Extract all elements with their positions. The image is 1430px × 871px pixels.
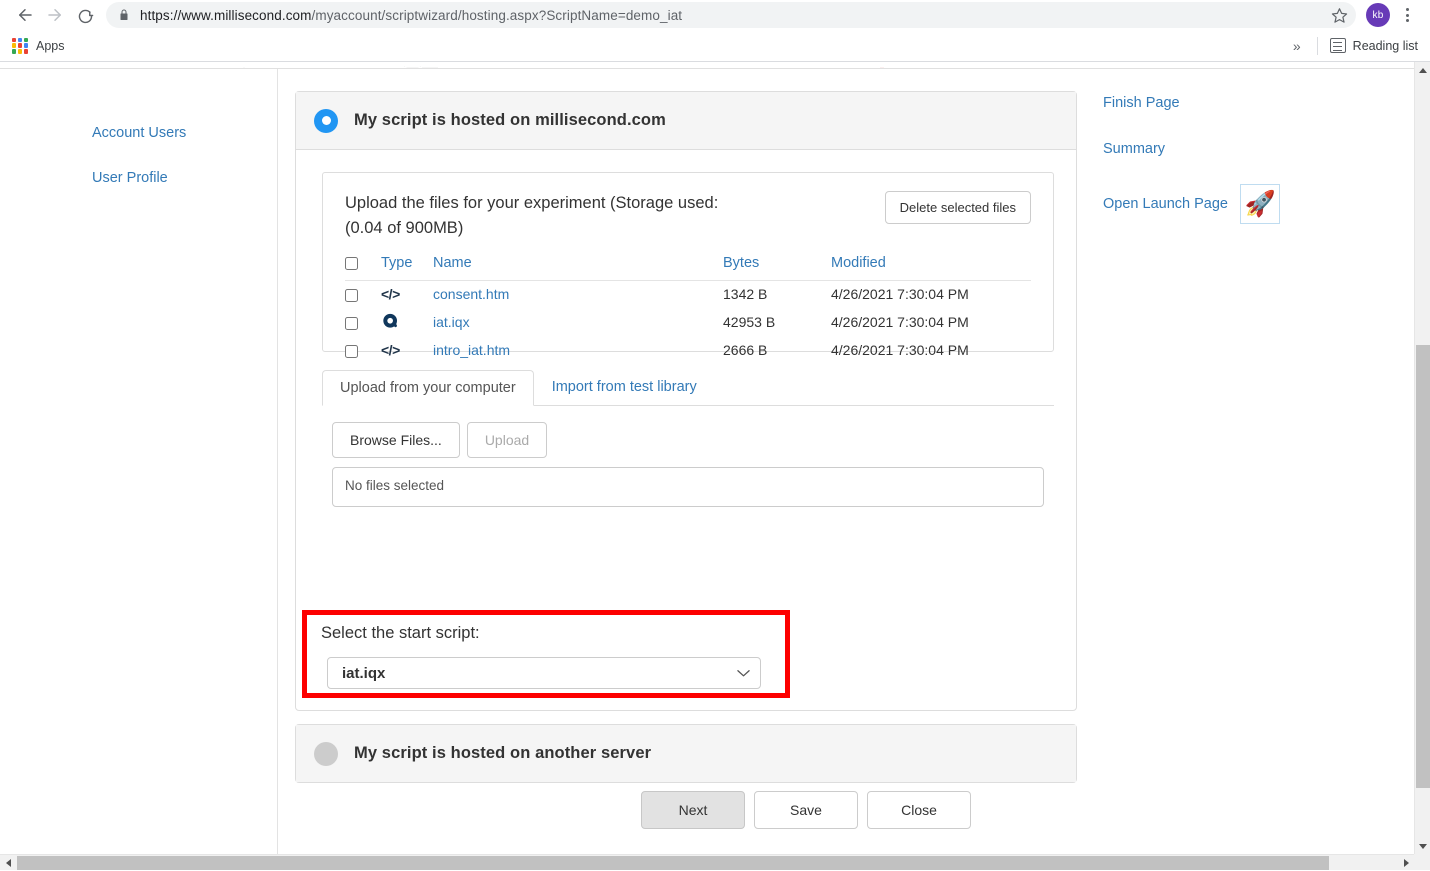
file-bytes: 1342 B <box>723 281 831 308</box>
scrollbar-corner <box>1414 854 1430 870</box>
upload-source-tabs: Upload from your computer Import from te… <box>322 370 1054 406</box>
browse-files-button[interactable]: Browse Files... <box>332 422 460 458</box>
right-link-row-open-launch-page: Open Launch Page 🚀 <box>1070 184 1410 224</box>
star-icon[interactable] <box>1328 4 1350 26</box>
link-open-launch-page[interactable]: Open Launch Page <box>1103 196 1228 212</box>
file-link[interactable]: consent.htm <box>433 286 509 302</box>
left-sidebar: Account Users User Profile <box>0 69 278 854</box>
scroll-left-button[interactable] <box>0 855 16 871</box>
reading-list-icon <box>1330 38 1346 53</box>
horizontal-scrollbar[interactable] <box>0 854 1430 870</box>
right-link-row-summary: Summary <box>1070 140 1410 158</box>
row-checkbox[interactable] <box>345 345 358 358</box>
sidebar-item-user-profile[interactable]: User Profile <box>0 170 277 186</box>
chevron-down-icon <box>737 665 750 682</box>
upload-actions: Browse Files... Upload <box>332 422 547 458</box>
save-button[interactable]: Save <box>754 791 858 829</box>
delete-selected-files-button[interactable]: Delete selected files <box>885 191 1031 224</box>
code-file-icon: </> <box>381 286 400 302</box>
start-script-highlight: Select the start script: iat.iqx <box>302 610 790 698</box>
file-modified: 4/26/2021 7:30:04 PM <box>831 307 1031 337</box>
file-bytes: 2666 B <box>723 337 831 363</box>
sidebar-item-account-users[interactable]: Account Users <box>0 125 277 141</box>
right-sidebar: Finish Page Summary Open Launch Page 🚀 <box>1070 69 1410 224</box>
column-header-name[interactable]: Name <box>433 255 723 281</box>
right-link-row-finish-page: Finish Page <box>1070 94 1410 112</box>
table-header-row: Type Name Bytes Modified <box>345 255 1031 281</box>
column-header-modified[interactable]: Modified <box>831 255 1031 281</box>
code-file-icon: </> <box>381 342 400 358</box>
bookmark-apps[interactable]: Apps <box>36 39 65 53</box>
address-bar[interactable]: https://www.millisecond.com/myaccount/sc… <box>106 2 1356 28</box>
column-header-type[interactable]: Type <box>381 255 433 281</box>
table-row: iat.iqx 42953 B 4/26/2021 7:30:04 PM <box>345 307 1031 337</box>
scroll-right-button[interactable] <box>1398 855 1414 871</box>
file-table: Type Name Bytes Modified </> consent.htm… <box>345 255 1031 363</box>
link-finish-page[interactable]: Finish Page <box>1103 95 1180 111</box>
start-script-label: Select the start script: <box>321 624 480 643</box>
table-row: </> intro_iat.htm 2666 B 4/26/2021 7:30:… <box>345 337 1031 363</box>
upload-panel-title: Upload the files for your experiment (St… <box>345 191 725 241</box>
select-all-checkbox[interactable] <box>345 257 358 270</box>
table-row: </> consent.htm 1342 B 4/26/2021 7:30:04… <box>345 281 1031 308</box>
browser-toolbar: https://www.millisecond.com/myaccount/sc… <box>0 0 1430 30</box>
reload-icon[interactable] <box>70 0 100 30</box>
start-script-select[interactable]: iat.iqx <box>327 657 761 689</box>
radio-label-hosted-millisecond: My script is hosted on millisecond.com <box>354 111 666 130</box>
rocket-icon[interactable]: 🚀 <box>1240 184 1280 224</box>
file-upload-panel: Upload the files for your experiment (St… <box>322 172 1054 352</box>
file-modified: 4/26/2021 7:30:04 PM <box>831 337 1031 363</box>
next-button[interactable]: Next <box>641 791 745 829</box>
forward-arrow-icon[interactable] <box>40 0 70 30</box>
inquisit-q-icon <box>381 312 401 332</box>
reading-list-button[interactable]: Reading list <box>1330 38 1418 53</box>
avatar[interactable]: kb <box>1366 3 1390 27</box>
start-script-selected-value: iat.iqx <box>342 665 385 682</box>
bookmarks-bar: Apps » Reading list <box>0 30 1430 62</box>
browser-chrome: https://www.millisecond.com/myaccount/sc… <box>0 0 1430 62</box>
radio-label-hosted-another-server: My script is hosted on another server <box>354 744 651 763</box>
lock-icon <box>118 8 130 22</box>
address-bar-url: https://www.millisecond.com/myaccount/sc… <box>140 8 682 23</box>
apps-grid-icon[interactable] <box>12 38 28 54</box>
column-header-bytes[interactable]: Bytes <box>723 255 831 281</box>
file-link[interactable]: intro_iat.htm <box>433 342 510 358</box>
radio-unselected-icon[interactable] <box>314 742 338 766</box>
upload-button[interactable]: Upload <box>467 422 547 458</box>
scroll-down-button[interactable] <box>1415 838 1430 854</box>
bookmarks-overflow-icon[interactable]: » <box>1289 38 1305 54</box>
hosting-option-millisecond-card: My script is hosted on millisecond.com U… <box>295 91 1077 711</box>
close-button[interactable]: Close <box>867 791 971 829</box>
scroll-up-button[interactable] <box>1415 62 1430 78</box>
select-all-header <box>345 255 381 281</box>
wizard-footer-buttons: Next Save Close <box>641 791 971 829</box>
vertical-scrollbar-thumb[interactable] <box>1416 345 1430 788</box>
vertical-scrollbar[interactable] <box>1414 62 1430 854</box>
tab-import-from-test-library[interactable]: Import from test library <box>534 369 715 405</box>
page-viewport: .. · ——— · ———— — Account Users User Pro… <box>0 62 1414 854</box>
kebab-menu-icon[interactable] <box>1394 2 1420 28</box>
file-link[interactable]: iat.iqx <box>433 314 470 330</box>
selected-files-status: No files selected <box>332 467 1044 507</box>
row-checkbox[interactable] <box>345 289 358 302</box>
start-script-select-wrapper: iat.iqx <box>327 657 761 689</box>
row-checkbox[interactable] <box>345 317 358 330</box>
reading-list-label: Reading list <box>1353 39 1418 53</box>
tab-upload-from-computer[interactable]: Upload from your computer <box>322 370 534 406</box>
toolbar-divider <box>1317 37 1318 55</box>
back-arrow-icon[interactable] <box>10 0 40 30</box>
file-modified: 4/26/2021 7:30:04 PM <box>831 281 1031 308</box>
link-summary[interactable]: Summary <box>1103 141 1165 157</box>
hosting-option-another-server-card: My script is hosted on another server <box>295 724 1077 783</box>
radio-option-hosted-another-server[interactable]: My script is hosted on another server <box>296 725 1076 782</box>
radio-selected-icon[interactable] <box>314 109 338 133</box>
radio-option-hosted-millisecond[interactable]: My script is hosted on millisecond.com <box>296 92 1076 150</box>
horizontal-scrollbar-thumb[interactable] <box>17 856 1329 870</box>
file-bytes: 42953 B <box>723 307 831 337</box>
